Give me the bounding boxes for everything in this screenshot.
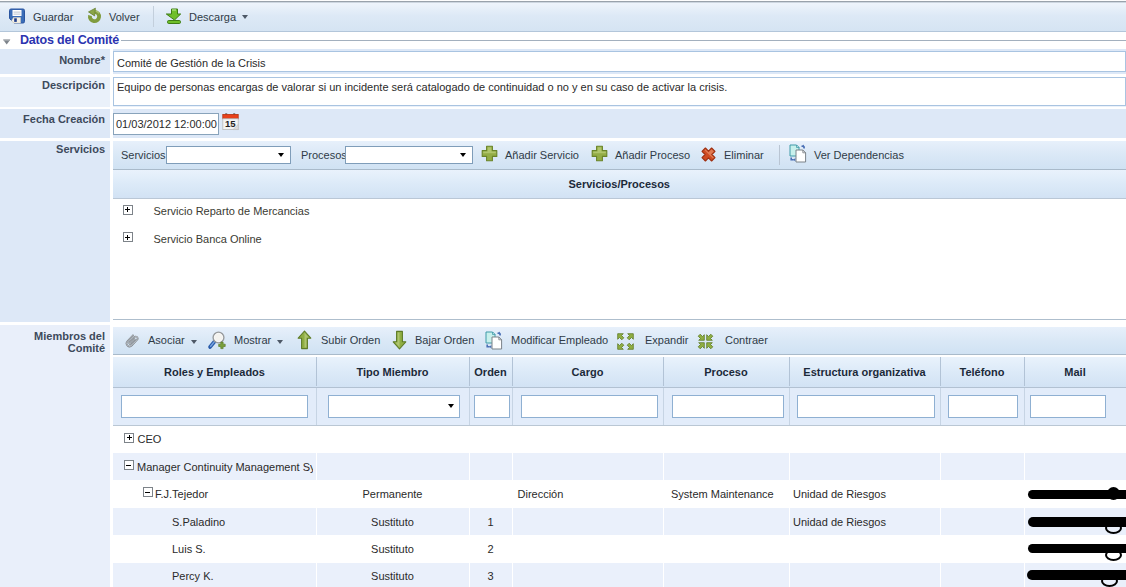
svg-text:15: 15 (224, 118, 235, 129)
